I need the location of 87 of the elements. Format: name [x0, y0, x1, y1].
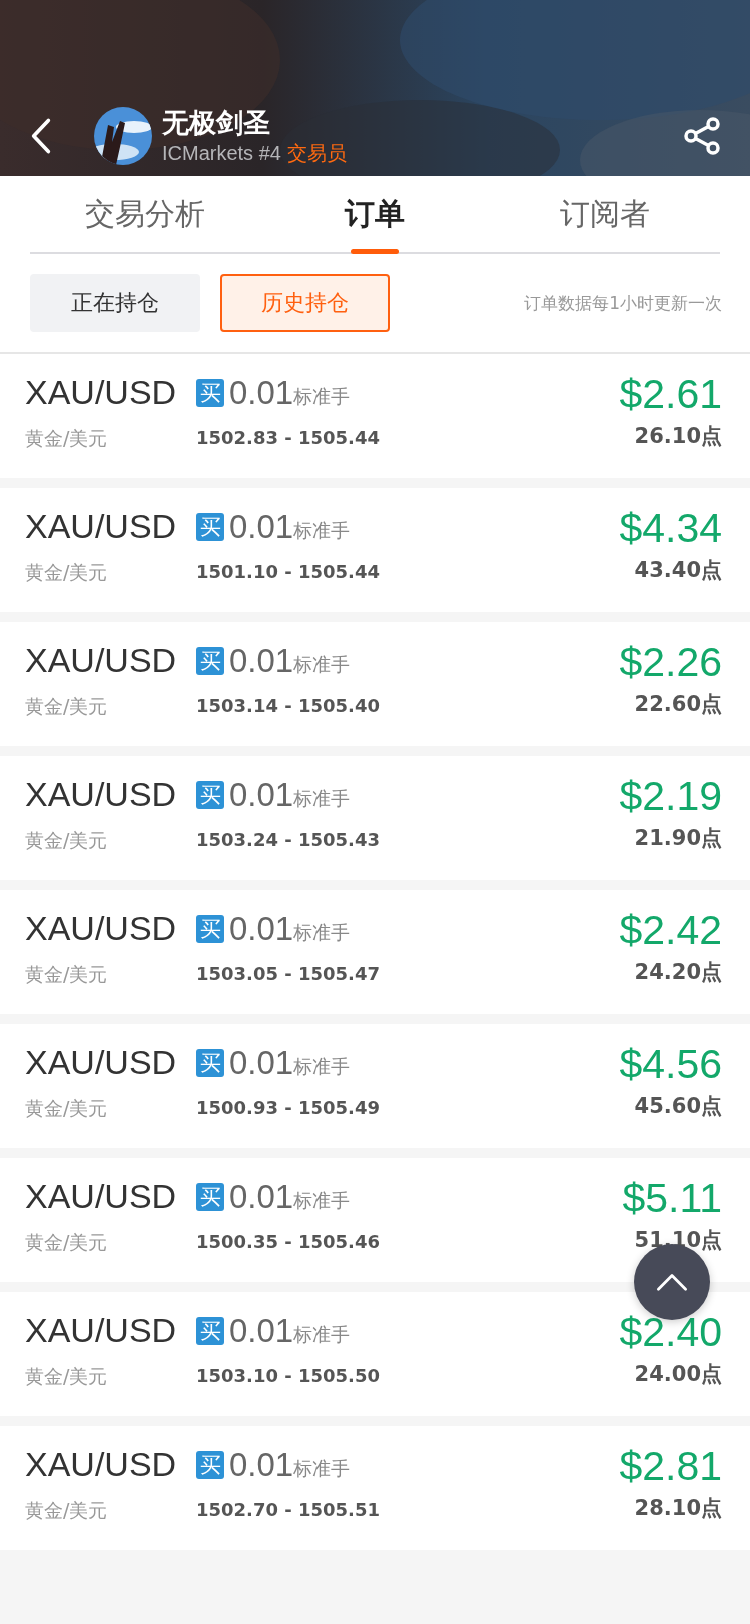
profit: $4.56 — [619, 1040, 722, 1088]
buy-badge: 买 — [196, 1183, 224, 1211]
points: 24.20点 — [634, 959, 722, 986]
lot-size: 0.01 — [229, 776, 294, 814]
points: 28.10点 — [634, 1495, 722, 1522]
symbol-name: 黄金/美元 — [25, 560, 109, 585]
profit: $2.42 — [619, 906, 722, 954]
profit: $2.61 — [619, 370, 722, 418]
price-range: 1502.70 - 1505.51 — [196, 1499, 380, 1520]
points: 26.10点 — [634, 423, 722, 450]
lot-unit: 标准手 — [293, 519, 351, 543]
symbol-name: 黄金/美元 — [25, 694, 109, 719]
points: 24.00点 — [634, 1361, 722, 1388]
symbol: XAU/USD — [25, 640, 178, 681]
points: 21.90点 — [634, 825, 722, 852]
order-row[interactable]: XAU/USD 黄金/美元 买 0.01标准手 1502.70 - 1505.51 $2.81 28.10点 — [0, 1426, 750, 1550]
order-row[interactable]: XAU/USD 黄金/美元 买 0.01标准手 1502.83 - 1505.44 $2.61 26.10点 — [0, 354, 750, 478]
buy-badge: 买 — [196, 1317, 224, 1345]
symbol: XAU/USD — [25, 1042, 178, 1083]
price-range: 1503.24 - 1505.43 — [196, 829, 380, 850]
price-range: 1503.05 - 1505.47 — [196, 963, 380, 984]
lot-unit: 标准手 — [293, 653, 351, 677]
symbol-name: 黄金/美元 — [25, 1364, 109, 1389]
price-range: 1500.93 - 1505.49 — [196, 1097, 380, 1118]
buy-badge: 买 — [196, 647, 224, 675]
buy-badge: 买 — [196, 513, 224, 541]
lot-size: 0.01 — [229, 1178, 294, 1216]
symbol-name: 黄金/美元 — [25, 828, 109, 853]
symbol-name: 黄金/美元 — [25, 1230, 109, 1255]
lot-size: 0.01 — [229, 1446, 294, 1484]
price-range: 1501.10 - 1505.44 — [196, 561, 380, 582]
filter-button[interactable]: 正在持仓 — [30, 274, 200, 332]
price-range: 1503.10 - 1505.50 — [196, 1365, 380, 1386]
lot-unit: 标准手 — [293, 921, 351, 945]
symbol-name: 黄金/美元 — [25, 426, 109, 451]
profit: $2.81 — [619, 1442, 722, 1490]
lot-unit: 标准手 — [293, 1189, 351, 1213]
profit: $2.19 — [619, 772, 722, 820]
points: 22.60点 — [634, 691, 722, 718]
symbol: XAU/USD — [25, 372, 178, 413]
symbol-name: 黄金/美元 — [25, 1498, 109, 1523]
lot-unit: 标准手 — [293, 1457, 351, 1481]
buy-badge: 买 — [196, 915, 224, 943]
update-note: 订单数据每1小时更新一次 — [524, 291, 722, 315]
role-label: 交易员 — [286, 139, 347, 167]
symbol-name: 黄金/美元 — [25, 1096, 109, 1121]
price-range: 1502.83 - 1505.44 — [196, 427, 380, 448]
order-row[interactable]: XAU/USD 黄金/美元 买 0.01标准手 1503.05 - 1505.47 $2.42 24.20点 — [0, 890, 750, 1014]
lot-size: 0.01 — [229, 642, 294, 680]
symbol: XAU/USD — [25, 908, 178, 949]
lot-size: 0.01 — [229, 508, 294, 546]
symbol: XAU/USD — [25, 1310, 178, 1351]
symbol: XAU/USD — [25, 1444, 178, 1485]
symbol: XAU/USD — [25, 1176, 178, 1217]
trader-name: 无极剑圣 — [162, 105, 271, 140]
price-range: 1500.35 - 1505.46 — [196, 1231, 380, 1252]
lot-unit: 标准手 — [293, 1055, 351, 1079]
share-icon[interactable] — [682, 116, 722, 156]
chevron-up-icon — [656, 1272, 688, 1292]
order-row[interactable]: XAU/USD 黄金/美元 买 0.01标准手 1500.93 - 1505.49 $4.56 45.60点 — [0, 1024, 750, 1148]
symbol-name: 黄金/美元 — [25, 962, 109, 987]
order-row[interactable]: XAU/USD 黄金/美元 买 0.01标准手 1503.14 - 1505.40 $2.26 22.60点 — [0, 622, 750, 746]
symbol: XAU/USD — [25, 774, 178, 815]
lot-unit: 标准手 — [293, 787, 351, 811]
lot-size: 0.01 — [229, 1312, 294, 1350]
back-icon[interactable] — [30, 117, 52, 155]
profit: $2.40 — [619, 1308, 722, 1356]
points: 43.40点 — [634, 557, 722, 584]
lot-unit: 标准手 — [293, 1323, 351, 1347]
price-range: 1503.14 - 1505.40 — [196, 695, 380, 716]
points: 45.60点 — [634, 1093, 722, 1120]
broker-rank: ICMarkets #4 — [162, 141, 281, 165]
lot-size: 0.01 — [229, 910, 294, 948]
buy-badge: 买 — [196, 1451, 224, 1479]
lot-size: 0.01 — [229, 1044, 294, 1082]
order-row[interactable]: XAU/USD 黄金/美元 买 0.01标准手 1503.10 - 1505.50 $2.40 24.00点 — [0, 1292, 750, 1416]
order-row[interactable]: XAU/USD 黄金/美元 买 0.01标准手 1503.24 - 1505.43 $2.19 21.90点 — [0, 756, 750, 880]
profit: $4.34 — [619, 504, 722, 552]
buy-badge: 买 — [196, 781, 224, 809]
profit: $2.26 — [619, 638, 722, 686]
buy-badge: 买 — [196, 379, 224, 407]
lot-size: 0.01 — [229, 374, 294, 412]
symbol: XAU/USD — [25, 506, 178, 547]
buy-badge: 买 — [196, 1049, 224, 1077]
profit: $5.11 — [622, 1174, 722, 1222]
order-row[interactable]: XAU/USD 黄金/美元 买 0.01标准手 1501.10 - 1505.44 $4.34 43.40点 — [0, 488, 750, 612]
lot-unit: 标准手 — [293, 385, 351, 409]
